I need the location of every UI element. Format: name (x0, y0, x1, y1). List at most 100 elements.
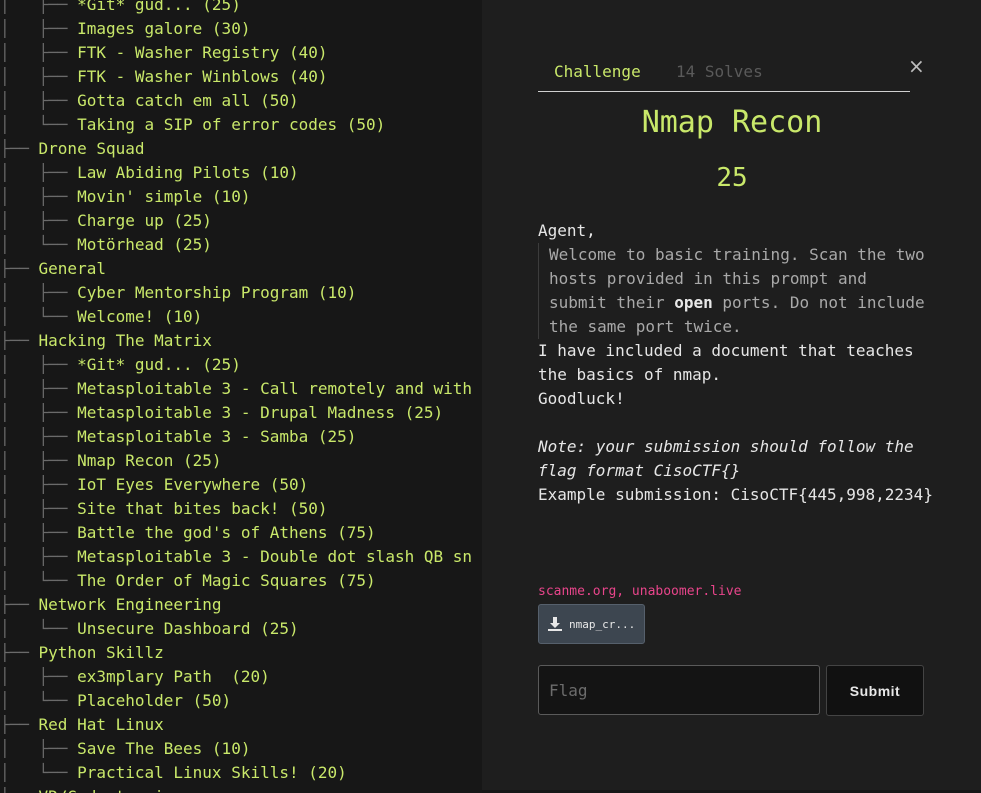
tree-label[interactable]: *Git* gud... (25) (77, 0, 241, 14)
tree-label[interactable]: Gotta catch em all (50) (77, 91, 299, 110)
tree-category: ├── Hacking The Matrix (0, 329, 212, 353)
tree-guide: │ └── (0, 235, 78, 254)
tree-guide: ├── (0, 787, 39, 793)
tree-label[interactable]: Metasploitable 3 - Drupal Madness (25) (77, 403, 443, 422)
tree-label[interactable]: *Git* gud... (25) (77, 355, 241, 374)
tree-label[interactable]: Law Abiding Pilots (10) (77, 163, 299, 182)
tree-challenge[interactable]: │ ├── Charge up (25) (0, 209, 212, 233)
tree-category: ├── Drone Squad (0, 137, 145, 161)
tree-label: Python Skillz (38, 643, 164, 662)
submit-button[interactable]: Submit (826, 665, 924, 716)
tree-challenge[interactable]: │ └── Motörhead (25) (0, 233, 212, 257)
tree-challenge[interactable]: │ ├── Metasploitable 3 - Call remotely a… (0, 377, 472, 401)
tree-guide: │ ├── (0, 43, 78, 62)
tree-challenge[interactable]: │ └── The Order of Magic Squares (75) (0, 569, 376, 593)
tree-label[interactable]: Unsecure Dashboard (25) (77, 619, 299, 638)
tree-challenge[interactable]: │ ├── Cyber Mentorship Program (10) (0, 281, 356, 305)
tree-label[interactable]: Taking a SIP of error codes (50) (77, 115, 385, 134)
tab-solves[interactable]: 14 Solves (676, 62, 763, 81)
tree-category: ├── Red Hat Linux (0, 713, 164, 737)
tree-guide: │ └── (0, 619, 78, 638)
tree-label[interactable]: Practical Linux Skills! (20) (77, 763, 347, 782)
tree-challenge[interactable]: │ ├── Site that bites back! (50) (0, 497, 328, 521)
tree-challenge[interactable]: │ └── Practical Linux Skills! (20) (0, 761, 347, 785)
tree-guide: │ ├── (0, 187, 78, 206)
tree-challenge[interactable]: │ ├── Save The Bees (10) (0, 737, 250, 761)
tree-challenge[interactable]: │ ├── Metasploitable 3 - Drupal Madness … (0, 401, 443, 425)
flag-input[interactable] (538, 665, 820, 715)
tree-guide: │ ├── (0, 355, 78, 374)
tree-label: Red Hat Linux (38, 715, 164, 734)
tree-challenge[interactable]: │ ├── Nmap Recon (25) (0, 449, 222, 473)
tree-category: ├── Network Engineering (0, 593, 222, 617)
tree-challenge[interactable]: │ └── Unsecure Dashboard (25) (0, 617, 299, 641)
file-download-button[interactable]: nmap_cr... (538, 604, 645, 644)
close-icon[interactable]: × (908, 54, 925, 78)
tree-challenge[interactable]: │ ├── *Git* gud... (25) (0, 0, 241, 17)
tree-guide: │ └── (0, 115, 78, 134)
tree-label[interactable]: Charge up (25) (77, 211, 212, 230)
tree-label[interactable]: FTK - Washer Registry (40) (77, 43, 327, 62)
tree-guide: ├── (0, 715, 39, 734)
tree-challenge[interactable]: │ ├── Gotta catch em all (50) (0, 89, 299, 113)
tree-challenge[interactable]: │ ├── Metasploitable 3 - Double dot slas… (0, 545, 472, 569)
tree-challenge[interactable]: │ └── Taking a SIP of error codes (50) (0, 113, 385, 137)
submission-note: Note: your submission should follow the … (538, 437, 914, 480)
tree-label[interactable]: Battle the god's of Athens (75) (77, 523, 376, 542)
tree-label[interactable]: Metasploitable 3 - Samba (25) (77, 427, 356, 446)
tree-challenge[interactable]: │ └── Placeholder (50) (0, 689, 231, 713)
challenge-description: Agent, Welcome to basic training. Scan t… (538, 219, 933, 507)
tree-guide: │ └── (0, 307, 78, 326)
tree-label: General (38, 259, 106, 278)
tree-label: Hacking The Matrix (38, 331, 212, 350)
tree-label[interactable]: Images galore (30) (77, 19, 250, 38)
tree-guide: │ ├── (0, 0, 78, 14)
tree-label[interactable]: ex3mplary Path (20) (77, 667, 270, 686)
tree-label[interactable]: The Order of Magic Squares (75) (77, 571, 376, 590)
tree-label[interactable]: Nmap Recon (25) (77, 451, 222, 470)
tree-label[interactable]: Metasploitable 3 - Double dot slash QB s… (77, 547, 472, 566)
tree-challenge[interactable]: │ ├── IoT Eyes Everywhere (50) (0, 473, 308, 497)
tree-label[interactable]: Site that bites back! (50) (77, 499, 327, 518)
tab-challenge[interactable]: Challenge (554, 62, 641, 81)
tree-guide: │ ├── (0, 547, 78, 566)
tree-guide: ├── (0, 259, 39, 278)
tree-label: Network Engineering (38, 595, 222, 614)
tree-category: ├── VR/Gadgeteering (0, 785, 183, 793)
tree-label[interactable]: IoT Eyes Everywhere (50) (77, 475, 308, 494)
tree-label[interactable]: FTK - Washer Winblows (40) (77, 67, 327, 86)
tree-guide: │ ├── (0, 91, 78, 110)
tree-guide: │ ├── (0, 403, 78, 422)
tree-label[interactable]: Welcome! (10) (77, 307, 202, 326)
tree-guide: │ ├── (0, 427, 78, 446)
tree-challenge[interactable]: │ ├── *Git* gud... (25) (0, 353, 241, 377)
tree-challenge[interactable]: │ └── Welcome! (10) (0, 305, 202, 329)
modal-tabs: Challenge 14 Solves (538, 58, 910, 92)
tree-challenge[interactable]: │ ├── FTK - Washer Winblows (40) (0, 65, 328, 89)
file-name: nmap_cr... (569, 618, 636, 631)
tree-label[interactable]: Movin' simple (10) (77, 187, 250, 206)
tree-challenge[interactable]: │ ├── ex3mplary Path (20) (0, 665, 270, 689)
tree-challenge[interactable]: │ ├── Metasploitable 3 - Samba (25) (0, 425, 356, 449)
tree-guide: ├── (0, 331, 39, 350)
tree-challenge[interactable]: │ ├── Battle the god's of Athens (75) (0, 521, 376, 545)
tree-guide: ├── (0, 643, 39, 662)
tree-guide: │ ├── (0, 451, 78, 470)
tree-guide: │ ├── (0, 67, 78, 86)
tree-label[interactable]: Placeholder (50) (77, 691, 231, 710)
tree-challenge[interactable]: │ ├── Movin' simple (10) (0, 185, 250, 209)
tree-guide: │ ├── (0, 379, 78, 398)
tree-label[interactable]: Save The Bees (10) (77, 739, 250, 758)
target-hosts: scanme.org, unaboomer.live (538, 584, 742, 599)
tree-guide: │ ├── (0, 19, 78, 38)
challenge-tree: │ ├── *Git* gud... (25) │ ├── Images galo… (0, 0, 482, 793)
submission-example: Example submission: CisoCTF{445,998,2234… (538, 485, 933, 504)
tree-challenge[interactable]: │ ├── Law Abiding Pilots (10) (0, 161, 299, 185)
tree-label[interactable]: Metasploitable 3 - Call remotely and wit… (77, 379, 472, 398)
tree-guide: │ └── (0, 763, 78, 782)
tree-label: Drone Squad (38, 139, 145, 158)
tree-challenge[interactable]: │ ├── FTK - Washer Registry (40) (0, 41, 328, 65)
tree-challenge[interactable]: │ ├── Images galore (30) (0, 17, 250, 41)
tree-label[interactable]: Cyber Mentorship Program (10) (77, 283, 356, 302)
tree-label[interactable]: Motörhead (25) (77, 235, 212, 254)
